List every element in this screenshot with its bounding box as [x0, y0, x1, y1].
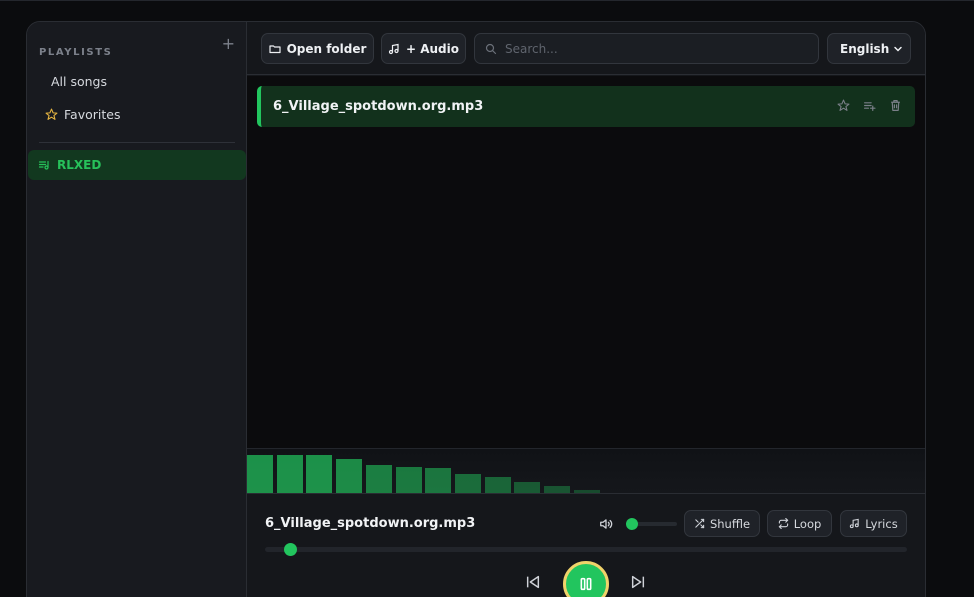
lyrics-label: Lyrics — [865, 516, 898, 531]
skip-previous-icon[interactable] — [525, 574, 541, 590]
visualizer-bar — [454, 474, 481, 493]
language-selected: English — [840, 41, 890, 56]
playlists-header: PLAYLISTS + — [39, 36, 235, 59]
volume-icon[interactable] — [599, 517, 613, 531]
loop-icon — [778, 518, 788, 529]
pause-icon — [580, 577, 592, 591]
sidebar-item-playlist-rlxed[interactable]: RLXED — [28, 150, 246, 180]
visualizer-bar — [425, 468, 452, 493]
add-playlist-icon[interactable]: + — [222, 36, 235, 52]
track-row[interactable]: 6_Village_spotdown.org.mp3 — [257, 86, 915, 127]
visualizer-bar — [395, 467, 422, 493]
delete-track-button[interactable] — [889, 99, 903, 113]
star-icon — [837, 99, 850, 111]
visualizer-bar — [544, 486, 570, 493]
favorite-toggle[interactable] — [837, 99, 851, 113]
add-audio-label: + Audio — [405, 41, 459, 56]
seek-bar-handle[interactable] — [284, 543, 298, 556]
queue-icon — [864, 102, 876, 111]
playlist-label: RLXED — [57, 158, 102, 172]
skip-next-icon[interactable] — [630, 574, 646, 590]
visualizer-bar — [573, 490, 600, 493]
sidebar: PLAYLISTS + All songs Favorites RLXED — [27, 22, 247, 597]
sidebar-item-favorites[interactable]: Favorites — [39, 101, 235, 127]
shuffle-icon — [695, 518, 705, 529]
visualizer-bar — [365, 465, 392, 493]
audio-visualizer — [247, 448, 925, 494]
music-note-icon — [850, 518, 860, 529]
playlist-icon — [38, 160, 49, 170]
track-list: 6_Village_spotdown.org.mp3 — [247, 76, 925, 448]
open-folder-button[interactable]: Open folder — [261, 33, 374, 64]
volume-slider-handle[interactable] — [626, 518, 638, 530]
visualizer-bar — [306, 455, 333, 493]
search-input[interactable] — [505, 41, 805, 56]
track-title: 6_Village_spotdown.org.mp3 — [273, 99, 484, 114]
lyrics-button[interactable]: Lyrics — [840, 510, 907, 537]
visualizer-bar — [276, 455, 303, 493]
trash-icon — [891, 100, 900, 111]
playlists-title: PLAYLISTS — [39, 47, 113, 58]
visualizer-bar — [247, 455, 273, 493]
add-to-queue-button[interactable] — [863, 99, 877, 113]
sidebar-item-all-songs[interactable]: All songs — [39, 68, 235, 94]
star-icon — [45, 108, 58, 120]
folder-icon — [268, 44, 281, 53]
language-select[interactable]: English — [827, 33, 911, 64]
loop-button[interactable]: Loop — [767, 510, 832, 537]
music-player-app: PLAYLISTS + All songs Favorites RLXED Op… — [26, 21, 926, 597]
add-audio-button[interactable]: + Audio — [381, 33, 466, 64]
now-playing-title: 6_Village_spotdown.org.mp3 — [265, 516, 476, 531]
visualizer-bar — [514, 482, 541, 493]
seek-bar-track[interactable] — [265, 547, 907, 552]
search-icon — [485, 43, 497, 54]
toolbar: Open folder + Audio English — [247, 22, 925, 75]
visualizer-bar — [484, 477, 511, 493]
open-folder-label: Open folder — [286, 41, 367, 56]
chevron-down-icon — [894, 46, 902, 52]
sidebar-divider — [39, 142, 235, 143]
track-actions — [837, 99, 903, 113]
search-box — [474, 33, 819, 64]
music-note-icon — [388, 43, 399, 54]
play-pause-button[interactable] — [563, 561, 609, 597]
loop-label: Loop — [793, 516, 822, 531]
player-bar: 6_Village_spotdown.org.mp3 Shuffle Loop — [247, 494, 925, 597]
sidebar-item-label: All songs — [51, 73, 107, 89]
visualizer-bar — [336, 459, 363, 493]
shuffle-button[interactable]: Shuffle — [684, 510, 760, 537]
shuffle-label: Shuffle — [709, 516, 751, 531]
sidebar-item-label: Favorites — [64, 106, 121, 122]
window-top-border — [0, 0, 974, 1]
main-panel: Open folder + Audio English — [247, 22, 925, 597]
